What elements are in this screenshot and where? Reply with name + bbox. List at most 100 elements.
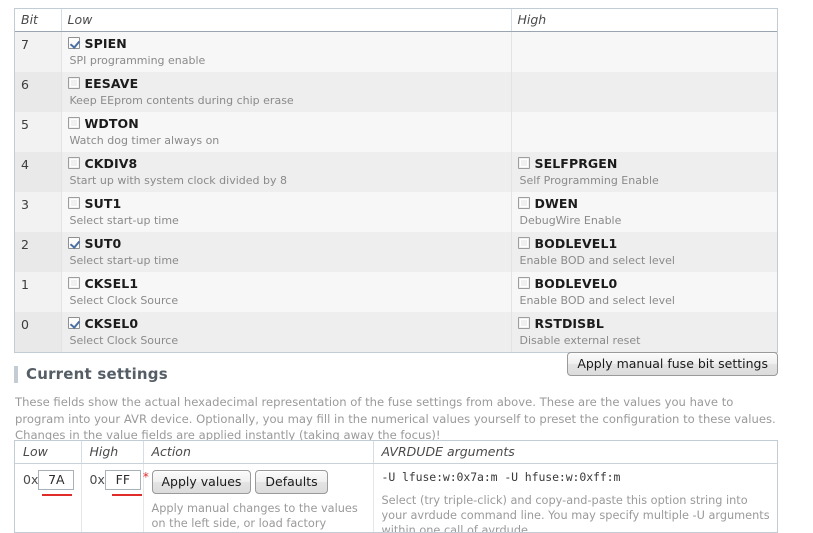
- avrdude-label: AVRDUDE: [381, 444, 443, 459]
- fuse-description: Self Programming Enable: [519, 174, 659, 187]
- low-fuse-value-cell: 0x: [15, 463, 81, 532]
- low-fuse-cell: EESAVE Keep EEprom contents during chip …: [60, 72, 511, 112]
- high-fuse-cell: RSTDISBL Disable external reset: [510, 312, 777, 352]
- high-fuse-input[interactable]: [104, 470, 141, 490]
- low-field-error-underline: [42, 494, 72, 496]
- fuse-description: Disable external reset: [519, 334, 641, 347]
- checkbox-cksel0[interactable]: [67, 317, 80, 329]
- fuse-name-rstdisbl: RSTDISBL: [534, 316, 604, 331]
- checkbox-cksel1[interactable]: [67, 277, 80, 289]
- fuse-table-body: 7 SPIEN SPI programming enable 6 EESAVE …: [15, 31, 777, 352]
- column-header-avrdude: AVRDUDE arguments: [372, 441, 777, 464]
- table-row: 6 EESAVE Keep EEprom contents during chi…: [15, 72, 777, 112]
- checkbox-rstdisbl[interactable]: [517, 317, 530, 329]
- current-settings-description: These fields show the actual hexadecimal…: [15, 395, 776, 442]
- bit-number: 6: [15, 72, 61, 112]
- checkbox-bodlevel0[interactable]: [517, 277, 530, 289]
- avrdude-arguments-label: arguments: [446, 444, 515, 459]
- table-row: 4 CKDIV8 Start up with system clock divi…: [15, 152, 777, 192]
- action-help-text: Apply manual changes to the values on th…: [151, 502, 358, 530]
- low-fuse-cell: CKSEL1 Select Clock Source: [60, 272, 511, 312]
- fuse-description: Select Clock Source: [69, 334, 179, 347]
- checkbox-sut1[interactable]: [67, 197, 80, 209]
- high-fuse-cell: [510, 31, 777, 72]
- bit-number: 5: [15, 112, 61, 152]
- high-fuse-value-cell: 0x *: [80, 463, 149, 532]
- table-row: 5 WDTON Watch dog timer always on: [15, 112, 777, 152]
- page-title: Current settings: [26, 365, 168, 383]
- action-cell: Apply values Defaults Apply manual change…: [142, 463, 373, 532]
- low-fuse-cell: SUT1 Select start-up time: [60, 192, 511, 232]
- fuse-description: DebugWire Enable: [519, 214, 622, 227]
- bit-number: 7: [15, 31, 61, 72]
- bit-number: 3: [15, 192, 61, 232]
- low-fuse-cell: SPIEN SPI programming enable: [60, 31, 511, 72]
- low-fuse-cell: SUT0 Select start-up time: [60, 232, 511, 272]
- high-field-error-underline: [111, 494, 142, 496]
- column-header-action: Action: [142, 441, 373, 464]
- checkbox-selfprgen[interactable]: [517, 157, 530, 169]
- avrdude-help-text: Select (try triple-click) and copy-and-p…: [381, 494, 770, 533]
- low-fuse-cell: CKSEL0 Select Clock Source: [60, 312, 511, 352]
- column-header-high: High: [80, 441, 143, 464]
- low-fuse-cell: WDTON Watch dog timer always on: [60, 112, 511, 152]
- fuse-description: Start up with system clock divided by 8: [69, 174, 288, 187]
- high-fuse-cell: DWEN DebugWire Enable: [510, 192, 777, 232]
- heading-accent-bar: [14, 365, 18, 383]
- fuse-description: SPI programming enable: [69, 54, 206, 67]
- table-row: 0 CKSEL0 Select Clock Source RSTDISBL Di…: [15, 312, 777, 352]
- fuse-name-spien: SPIEN: [84, 36, 127, 51]
- column-header-low: Low: [60, 9, 511, 32]
- fuse-bit-table: Bit Low High 7 SPIEN SPI programming ena…: [14, 8, 778, 353]
- high-fuse-cell: [510, 72, 777, 112]
- column-header-high: High: [510, 9, 777, 32]
- fuse-name-ckdiv8: CKDIV8: [84, 156, 138, 171]
- fuse-name-cksel0: CKSEL0: [84, 316, 139, 331]
- fuse-name-dwen: DWEN: [534, 196, 579, 211]
- fuse-name-selfprgen: SELFPRGEN: [534, 156, 618, 171]
- high-fuse-cell: SELFPRGEN Self Programming Enable: [510, 152, 777, 192]
- checkbox-eesave[interactable]: [67, 77, 80, 89]
- table-row: 3 SUT1 Select start-up time DWEN DebugWi…: [15, 192, 777, 232]
- fuse-description: Select start-up time: [69, 214, 179, 227]
- table-row: 7 SPIEN SPI programming enable: [15, 31, 777, 72]
- fuse-description: Keep EEprom contents during chip erase: [69, 94, 294, 107]
- column-header-bit: Bit: [15, 9, 61, 32]
- checkbox-bodlevel1[interactable]: [517, 237, 530, 249]
- high-fuse-cell: BODLEVEL0 Enable BOD and select level: [510, 272, 777, 312]
- high-fuse-cell: BODLEVEL1 Enable BOD and select level: [510, 232, 777, 272]
- low-hex-prefix: 0x: [23, 471, 39, 487]
- avrdude-command-string[interactable]: -U lfuse:w:0x7a:m -U hfuse:w:0xff:m: [382, 470, 621, 484]
- high-hex-prefix: 0x: [89, 471, 105, 487]
- fuse-name-wdton: WDTON: [84, 116, 139, 131]
- fuse-name-cksel1: CKSEL1: [84, 276, 139, 291]
- low-fuse-cell: CKDIV8 Start up with system clock divide…: [60, 152, 511, 192]
- fuse-description: Select start-up time: [69, 254, 179, 267]
- bit-number: 0: [15, 312, 61, 352]
- checkbox-ckdiv8[interactable]: [67, 157, 80, 169]
- table-row: 2 SUT0 Select start-up time BODLEVEL1 En…: [15, 232, 777, 272]
- fuse-description: Select Clock Source: [69, 294, 179, 307]
- fuse-description: Enable BOD and select level: [519, 294, 675, 307]
- table-row: 1 CKSEL1 Select Clock Source BODLEVEL0 E…: [15, 272, 777, 312]
- low-fuse-input[interactable]: [38, 470, 75, 490]
- checkbox-dwen[interactable]: [517, 197, 530, 209]
- current-settings-header-row: Low High Action AVRDUDE arguments: [15, 441, 777, 464]
- checkbox-sut0[interactable]: [67, 237, 80, 249]
- apply-values-button[interactable]: Apply values: [151, 470, 252, 494]
- fuse-name-eesave: EESAVE: [84, 76, 139, 91]
- avrdude-cell: -U lfuse:w:0x7a:m -U hfuse:w:0xff:m Sele…: [372, 463, 777, 533]
- fuse-name-bodlevel0: BODLEVEL0: [534, 276, 618, 291]
- high-fuse-cell: [510, 112, 777, 152]
- column-header-low: Low: [15, 441, 81, 464]
- defaults-button[interactable]: Defaults: [255, 470, 328, 494]
- checkbox-spien[interactable]: [67, 37, 80, 49]
- apply-manual-fuse-bit-settings-button[interactable]: Apply manual fuse bit settings: [567, 352, 778, 376]
- bit-number: 1: [15, 272, 61, 312]
- checkbox-wdton[interactable]: [67, 117, 80, 129]
- bit-number: 2: [15, 232, 61, 272]
- required-asterisk: *: [142, 470, 149, 484]
- fuse-description: Enable BOD and select level: [519, 254, 675, 267]
- fuse-name-sut1: SUT1: [84, 196, 122, 211]
- fuse-description: Watch dog timer always on: [69, 134, 220, 147]
